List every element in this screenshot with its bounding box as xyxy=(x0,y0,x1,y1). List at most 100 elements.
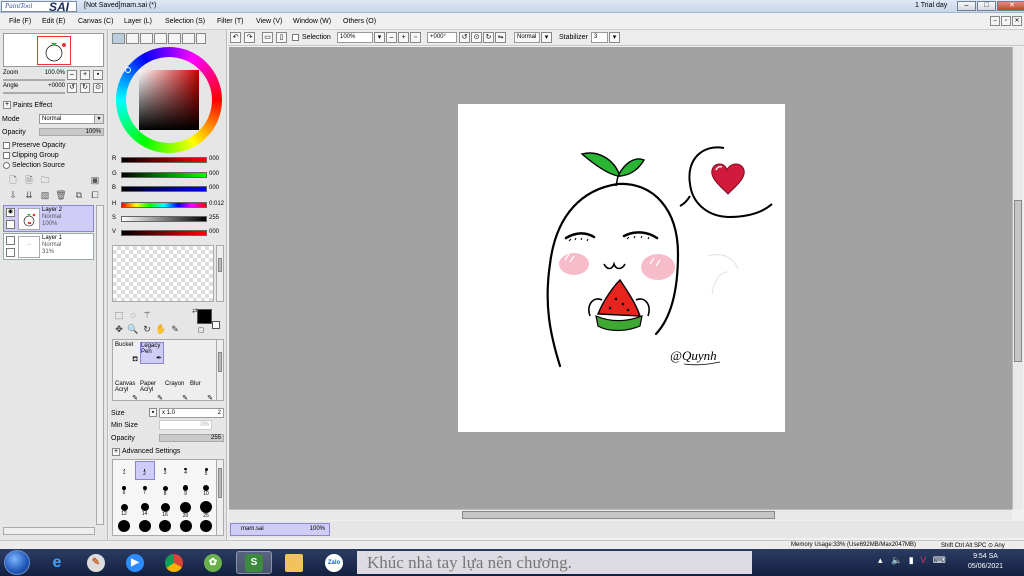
zoom-out-button[interactable]: – xyxy=(67,70,77,80)
selection-visible-checkbox[interactable] xyxy=(292,34,299,41)
stabilizer-field[interactable]: 3 xyxy=(591,32,608,43)
layer-list-scrollbar[interactable] xyxy=(96,205,104,525)
layer-mask-icon[interactable]: ▣ xyxy=(89,174,101,186)
blue-slider[interactable]: B 000 xyxy=(109,185,227,195)
brush-size-scrollbar[interactable] xyxy=(216,459,224,536)
rotate-left-button[interactable]: ↺ xyxy=(67,83,77,93)
brush-size-option[interactable]: 10 xyxy=(196,480,216,499)
hue-picker[interactable] xyxy=(125,67,131,73)
zoom-slider[interactable]: Zoom 100.0% xyxy=(3,70,65,81)
redo-button[interactable]: ↷ xyxy=(244,32,255,43)
taskbar-explorer[interactable] xyxy=(276,551,312,574)
brush-size-option[interactable]: 9 xyxy=(176,480,196,499)
taskbar-paint-tool-sai[interactable]: S xyxy=(236,551,272,574)
panel-menu-button[interactable] xyxy=(196,33,206,44)
rotate-right-icon[interactable]: ↻ xyxy=(483,32,494,43)
hsv-slider-mode-button[interactable] xyxy=(140,33,153,44)
menu-others[interactable]: Others (O) xyxy=(343,18,376,25)
close-button[interactable]: ✕ xyxy=(997,1,1024,11)
menu-layer[interactable]: Layer (L) xyxy=(124,18,152,25)
rotate-reset-button[interactable]: ⊙ xyxy=(93,83,103,93)
layer-item[interactable]: Layer 1 Normal 31% xyxy=(3,233,94,260)
color-wheel[interactable] xyxy=(116,47,222,153)
menu-window[interactable]: Window (W) xyxy=(293,18,331,25)
layer-list-hscrollbar[interactable] xyxy=(3,527,95,535)
foreground-color-swatch[interactable] xyxy=(197,309,212,324)
menu-filter[interactable]: Filter (T) xyxy=(217,18,243,25)
brush-size-option[interactable] xyxy=(135,518,155,537)
color-swatch-grid[interactable] xyxy=(112,245,214,302)
brush-size-option[interactable]: 3 xyxy=(155,461,175,480)
rotate-icon[interactable]: ↻ xyxy=(141,323,153,335)
new-layer-icon[interactable]: 🗋 xyxy=(7,174,19,186)
eyedropper-icon[interactable]: ✎ xyxy=(169,323,181,335)
red-slider[interactable]: R 000 xyxy=(109,156,227,166)
canvas-vertical-scrollbar[interactable] xyxy=(1012,47,1023,509)
saturation-value-square[interactable] xyxy=(139,70,199,130)
speaker-icon[interactable]: 🔈 xyxy=(891,555,902,565)
zoom-out-icon[interactable]: – xyxy=(386,32,397,43)
rect-select-icon[interactable]: ⬚ xyxy=(113,309,125,321)
menu-edit[interactable]: Edit (E) xyxy=(42,18,65,25)
view-mode-field[interactable]: Normal xyxy=(514,32,540,43)
min-size-field[interactable]: 0% xyxy=(159,420,212,430)
advanced-settings-expand-icon[interactable]: + xyxy=(112,448,120,456)
flip-horizontal-icon[interactable]: ⇋ xyxy=(495,32,506,43)
menu-view[interactable]: View (V) xyxy=(256,18,282,25)
brush-size-option[interactable]: 6 xyxy=(114,480,134,499)
layer-opacity-slider[interactable]: 100% xyxy=(39,128,104,136)
brush-crayon[interactable]: Crayon ✎ xyxy=(165,381,189,403)
delete-layer-icon[interactable]: 🗑 xyxy=(55,189,67,201)
brush-grid-scrollbar[interactable] xyxy=(216,339,224,401)
brush-lock-icon[interactable] xyxy=(6,220,15,229)
canvas-horizontal-scrollbar[interactable] xyxy=(229,509,1012,520)
green-slider[interactable]: G 000 xyxy=(109,171,227,181)
swatch-mode-button[interactable] xyxy=(168,33,181,44)
brush-canvas-acryl[interactable]: Canvas Acryl ✎ xyxy=(115,381,139,403)
zoom-dropdown-icon[interactable]: ▾ xyxy=(374,32,385,43)
brush-paper-acryl[interactable]: Paper Acryl ✎ xyxy=(140,381,164,403)
taskbar-clock[interactable]: 9:54 SA 05/06/2021 xyxy=(968,552,1003,572)
view-mode-dropdown-icon[interactable]: ▾ xyxy=(541,32,552,43)
background-color-swatch[interactable] xyxy=(212,321,220,329)
stabilizer-dropdown-icon[interactable]: ▾ xyxy=(609,32,620,43)
zoom-fit-icon[interactable]: ▫ xyxy=(410,32,421,43)
rgb-slider-mode-button[interactable] xyxy=(126,33,139,44)
selection-source-checkbox[interactable] xyxy=(3,162,10,169)
value-slider[interactable]: V 000 xyxy=(109,229,227,239)
layer-item[interactable]: ◉ Layer 2 Normal 100% xyxy=(3,205,94,232)
paints-effect-expand-icon[interactable]: + xyxy=(3,101,11,109)
eye-icon[interactable] xyxy=(6,236,15,245)
canvas-workspace[interactable]: @Quynh xyxy=(229,47,1012,509)
zoom-in-button[interactable]: + xyxy=(80,70,90,80)
brush-size-option[interactable] xyxy=(196,518,216,537)
eye-icon[interactable]: ◉ xyxy=(6,208,15,217)
size-field[interactable]: x 1.0 2 xyxy=(159,408,224,418)
undo-button[interactable]: ↶ xyxy=(230,32,241,43)
color-mixer-mode-button[interactable] xyxy=(154,33,167,44)
news-ticker[interactable]: Khúc nhà tay lựa nên chương. xyxy=(357,551,752,574)
zoom-in-icon[interactable]: + xyxy=(398,32,409,43)
angle-field[interactable]: +000° xyxy=(427,32,457,43)
angle-slider[interactable]: Angle +0000 xyxy=(3,83,65,94)
doc-close-button[interactable]: ✕ xyxy=(1012,16,1022,26)
app-tray-icon[interactable]: V xyxy=(920,555,926,565)
move-icon[interactable]: ✥ xyxy=(113,323,125,335)
clipping-group-checkbox[interactable] xyxy=(3,152,10,159)
brush-size-option[interactable]: 12 xyxy=(114,499,134,518)
document-tab[interactable]: mam.sai 100% xyxy=(230,523,330,536)
blend-mode-select[interactable]: Normal ▼ xyxy=(39,114,104,124)
hand-icon[interactable]: ✋ xyxy=(155,323,167,335)
taskbar-chrome[interactable] xyxy=(156,551,192,574)
taskbar-zoom[interactable]: ▶ xyxy=(117,551,153,574)
saturation-slider[interactable]: S 255 xyxy=(109,215,227,225)
taskbar-paint[interactable]: ✎ xyxy=(78,551,114,574)
magic-wand-icon[interactable]: ⚚ xyxy=(141,309,153,321)
brush-size-option[interactable] xyxy=(176,518,196,537)
scratchpad-mode-button[interactable] xyxy=(182,33,195,44)
transfer-down-icon[interactable]: ⇩ xyxy=(7,189,19,201)
taskbar-zalo[interactable]: Zalo xyxy=(316,551,352,574)
brush-size-option[interactable]: 1 xyxy=(114,461,134,480)
duplicate-layer-icon[interactable]: ⧉ xyxy=(73,189,85,201)
maximize-button[interactable]: □ xyxy=(977,1,996,11)
